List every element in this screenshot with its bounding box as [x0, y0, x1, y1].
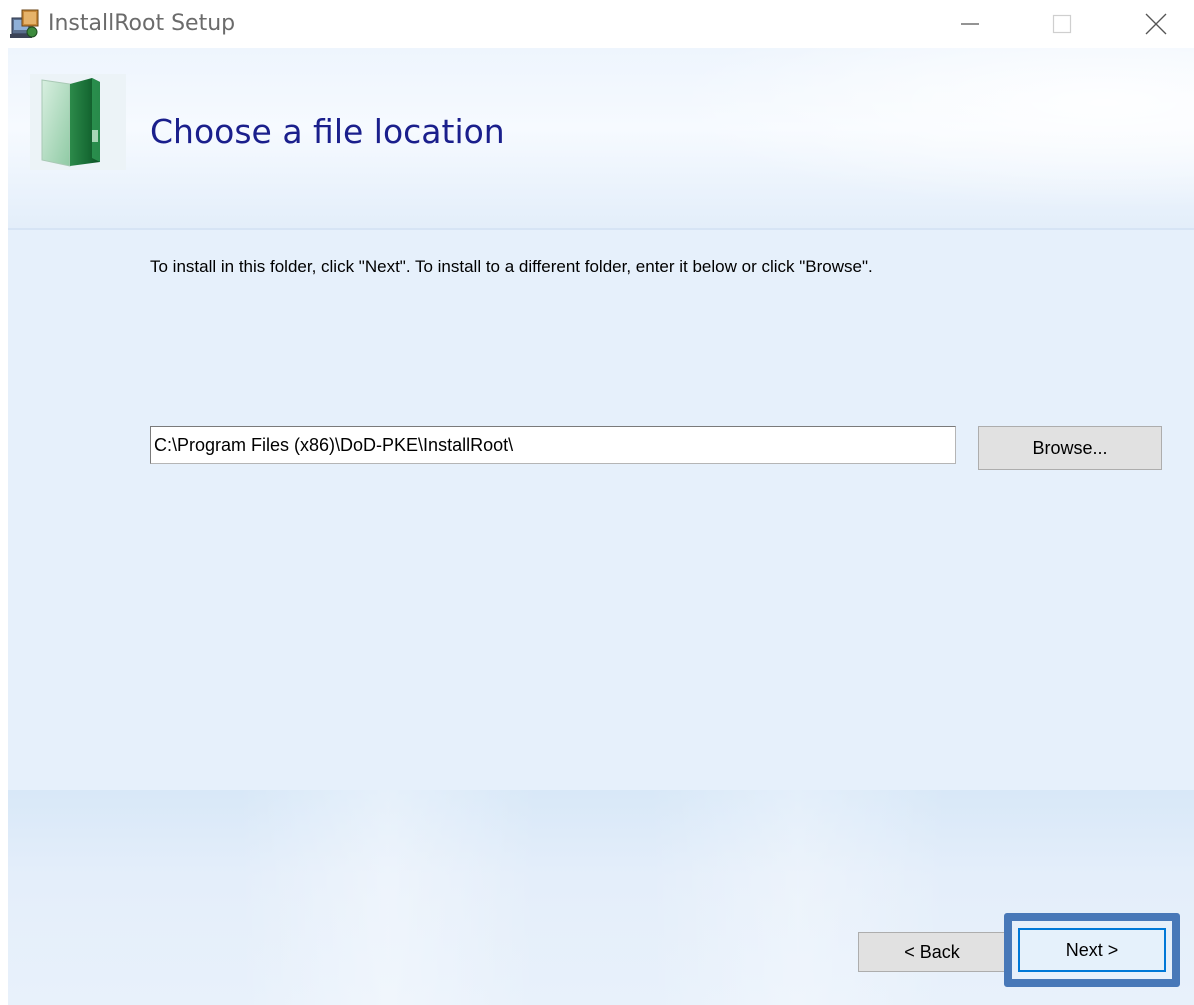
installer-app-icon — [10, 9, 39, 38]
dialog-client-area: Choose a file location To install in thi… — [8, 48, 1194, 1005]
page-title: Choose a file location — [150, 112, 505, 151]
window-title: InstallRoot Setup — [48, 11, 236, 36]
header-divider — [8, 228, 1194, 230]
folder-icon — [30, 74, 126, 170]
footer-streak — [238, 790, 538, 1005]
title-bar: InstallRoot Setup — [0, 0, 1194, 48]
browse-button[interactable]: Browse... — [978, 426, 1162, 470]
footer-streak — [648, 790, 948, 1005]
minimize-button[interactable] — [938, 0, 1002, 48]
close-button[interactable] — [1124, 0, 1188, 48]
header-gloss — [594, 48, 1194, 228]
back-button[interactable]: < Back — [858, 932, 1006, 972]
minimize-icon — [961, 23, 979, 25]
header-banner: Choose a file location — [8, 48, 1194, 228]
close-icon — [1145, 13, 1167, 35]
next-button[interactable]: Next > — [1018, 928, 1166, 972]
instruction-text: To install in this folder, click "Next".… — [150, 257, 873, 276]
maximize-icon — [1052, 14, 1072, 34]
maximize-button[interactable] — [1030, 0, 1094, 48]
install-path-input[interactable] — [150, 426, 956, 464]
